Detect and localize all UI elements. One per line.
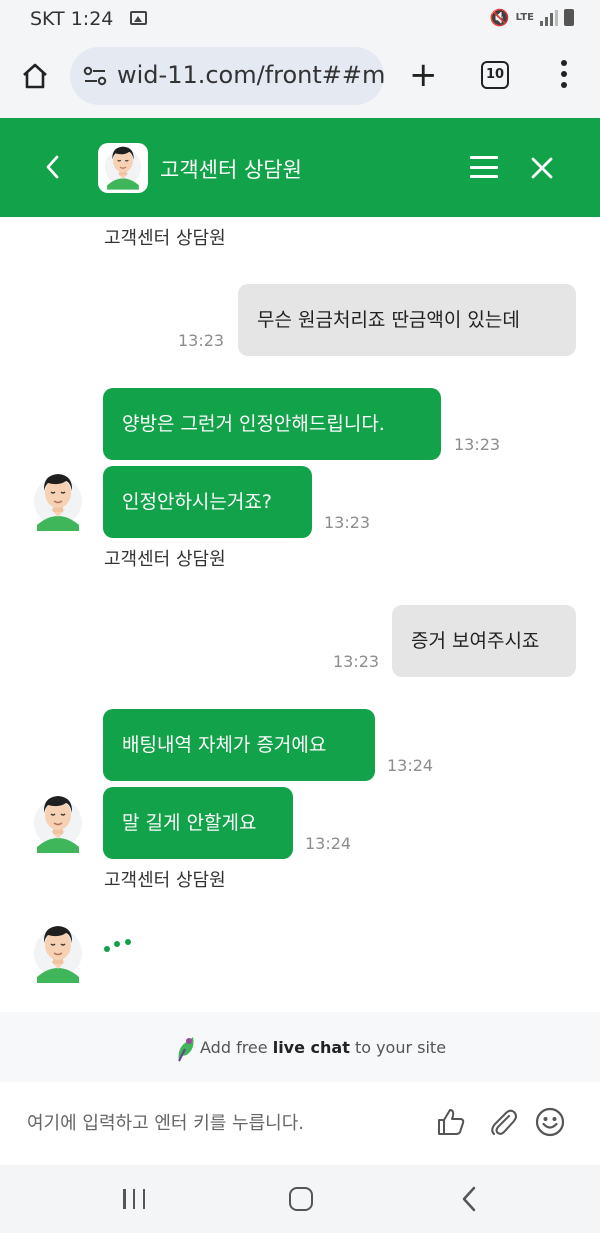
message-time: 13:24 [305,834,352,853]
carrier-time: SKT 1:24 [30,8,113,30]
incoming-message: 인정안하시는거죠? [103,466,312,538]
outgoing-message: 증거 보여주시죠 [392,605,576,677]
livechat-logo-icon [178,1037,194,1062]
incoming-message: 말 길게 안할게요 [103,787,293,859]
message-time: 13:23 [454,435,501,454]
nav-back-icon[interactable] [460,1185,478,1213]
more-icon[interactable] [560,60,568,90]
browser-toolbar: wid-11.com/front##ma + 10 [0,38,600,118]
agent-avatar [98,143,148,193]
agent-avatar [33,787,83,853]
battery-icon [564,9,574,26]
sender-label: 고객센터 상담원 [104,549,226,570]
nav-home-icon[interactable] [289,1187,313,1211]
address-bar[interactable]: wid-11.com/front##ma [70,47,384,105]
system-nav-bar [0,1165,600,1233]
chat-messages: 고객센터 상담원 13:23 무슨 원금처리죠 딴금액이 있는데 양방은 그런거… [0,217,600,1012]
home-icon[interactable] [20,61,50,91]
tab-switcher-icon[interactable]: 10 [481,61,509,89]
new-tab-icon[interactable]: + [409,58,438,92]
message-time: 13:24 [387,756,434,775]
menu-icon[interactable] [470,156,498,178]
clock: 1:24 [70,8,114,30]
outgoing-message: 무슨 원금처리죠 딴금액이 있는데 [238,284,576,356]
site-settings-icon[interactable] [83,66,107,86]
image-icon [130,11,147,25]
powered-bold: live chat [272,1038,350,1057]
status-bar: SKT 1:24 🔇 LTE [0,0,600,38]
agent-avatar [33,917,83,983]
sender-label: 고객센터 상담원 [104,870,226,891]
network-type: LTE [515,11,534,23]
message-input[interactable] [27,1104,417,1142]
powered-by-bar[interactable]: Add free live chat to your site [0,1012,600,1082]
message-time: 13:23 [178,331,225,350]
message-composer [0,1082,600,1165]
attachment-icon[interactable] [487,1106,519,1138]
back-icon[interactable] [42,154,64,180]
thumbs-up-icon[interactable] [435,1106,467,1138]
signal-icon [540,9,558,26]
incoming-message: 배팅내역 자체가 증거에요 [103,709,375,781]
message-time: 13:23 [333,652,380,671]
chat-title: 고객센터 상담원 [160,158,302,182]
agent-avatar [33,465,83,531]
status-icons: 🔇 LTE [490,8,574,27]
typing-indicator [104,939,131,952]
sender-label: 고객센터 상담원 [104,228,226,249]
message-time: 13:23 [324,513,371,532]
url-text: wid-11.com/front##ma [117,61,384,89]
mute-icon: 🔇 [489,8,510,27]
chat-header: 고객센터 상담원 [0,118,600,217]
carrier-name: SKT [30,8,65,30]
powered-pre: Add free [200,1038,268,1057]
emoji-icon[interactable] [534,1106,566,1138]
powered-by-text[interactable]: Add free live chat to your site [200,1038,446,1057]
recent-apps-icon[interactable] [123,1189,145,1209]
close-icon[interactable] [528,154,556,182]
powered-post: to your site [354,1038,447,1057]
incoming-message: 양방은 그런거 인정안해드립니다. [103,388,441,460]
